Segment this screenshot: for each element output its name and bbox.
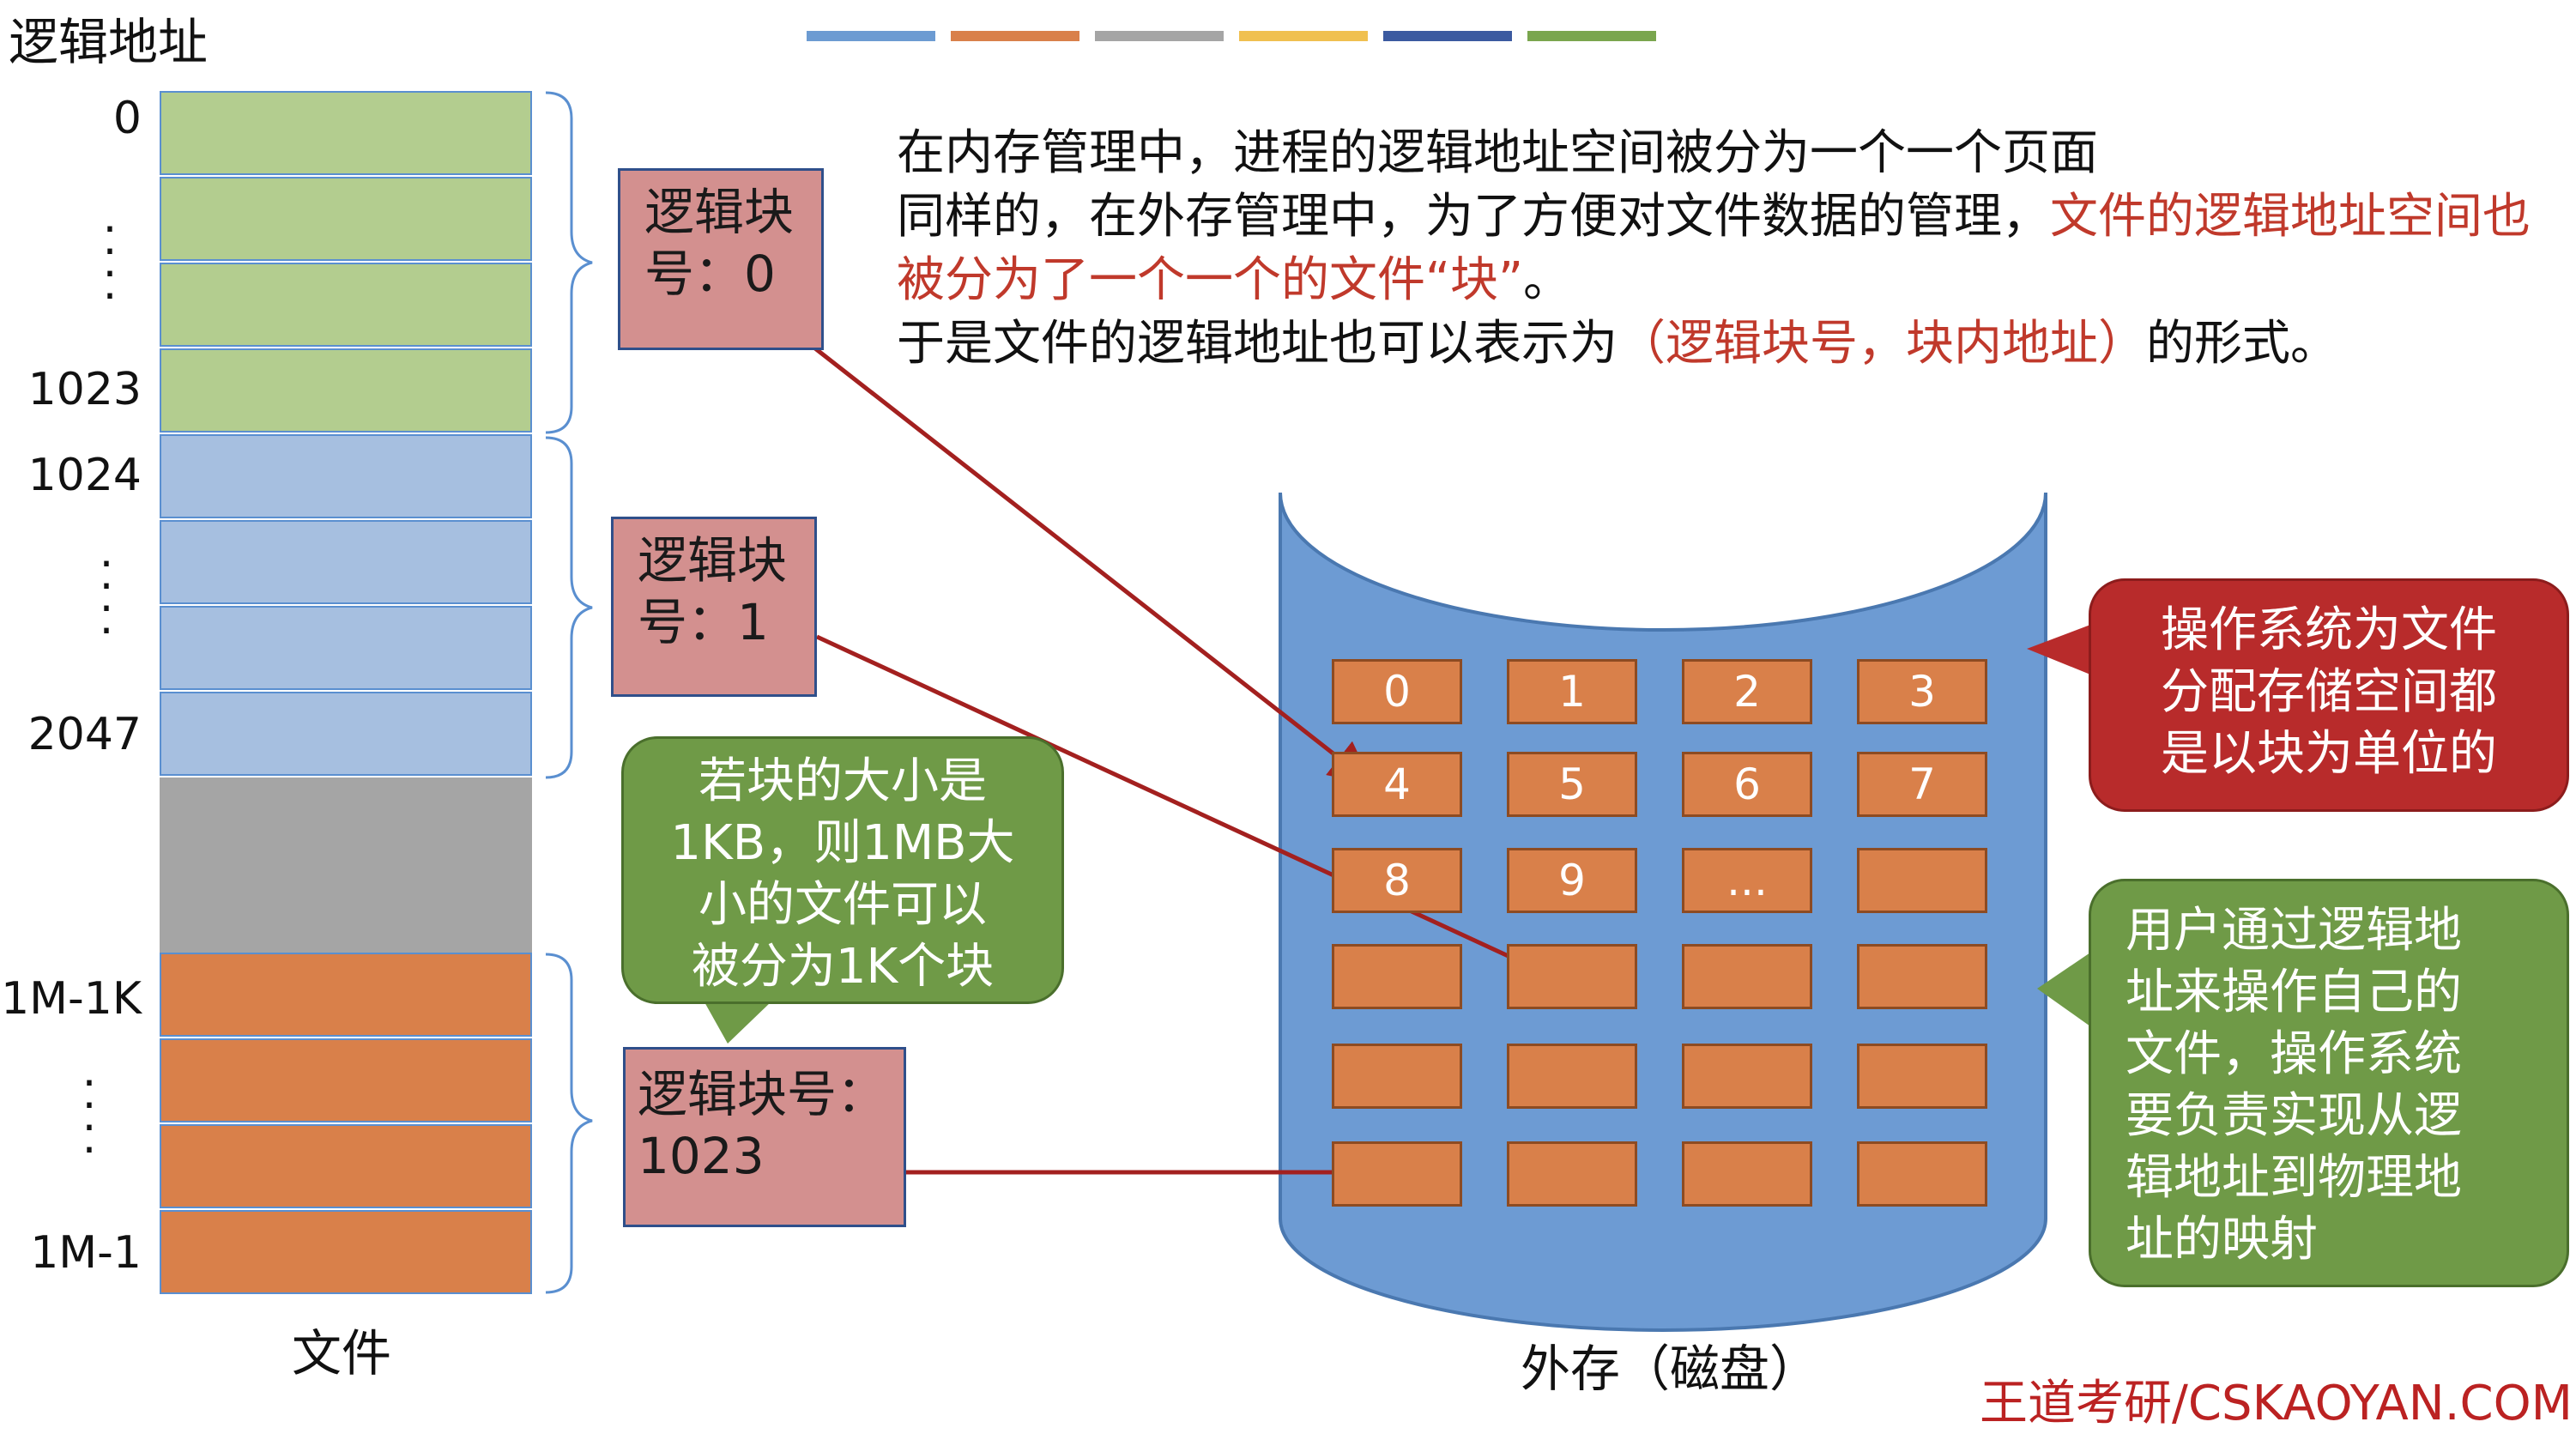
- intro-line-2: 同样的，在外存管理中，为了方便对文件数据的管理，文件的逻辑地址空间也被分为了一个…: [897, 185, 2544, 312]
- callout-user-mapping: 用户通过逻辑地 址来操作自己的 文件，操作系统 要负责实现从逻 辑地址到物理地 …: [2089, 879, 2569, 1287]
- intro-line-2-prefix: 同样的，在外存管理中，为了方便对文件数据的管理，: [897, 189, 2050, 245]
- intro-line-3: 于是文件的逻辑地址也可以表示为（逻辑块号，块内地址）的形式。: [897, 312, 2544, 376]
- disk-block: [1332, 1141, 1462, 1207]
- disk-block: 3: [1857, 659, 1987, 724]
- disk-block: 5: [1507, 752, 1637, 817]
- disk-block: 2: [1682, 659, 1812, 724]
- disk-block: [1682, 944, 1812, 1009]
- disk-block: 6: [1682, 752, 1812, 817]
- disk-block: 8: [1332, 848, 1462, 913]
- intro-line-1: 在内存管理中，进程的逻辑地址空间被分为一个一个页面: [897, 125, 2098, 181]
- callout-allocation: 操作系统为文件 分配存储空间都 是以块为单位的: [2089, 578, 2569, 812]
- disk-block: 9: [1507, 848, 1637, 913]
- disk-block: [1857, 944, 1987, 1009]
- disk-block: ...: [1682, 848, 1812, 913]
- callout-blocksize-pointer: [704, 1001, 772, 1044]
- watermark: 王道考研/CSKAOYAN.COM: [1980, 1376, 2573, 1431]
- disk-block: [1857, 1044, 1987, 1109]
- disk-block: [1507, 944, 1637, 1009]
- disk-block: [1682, 1141, 1812, 1207]
- disk-block: [1332, 944, 1462, 1009]
- brace-group-1023: [545, 953, 593, 1294]
- disk-caption: 外存（磁盘）: [1521, 1340, 1820, 1398]
- disk-block: [1682, 1044, 1812, 1109]
- logical-block-label-1023: 逻辑块号： 1023: [623, 1047, 906, 1227]
- disk-block: [1507, 1141, 1637, 1207]
- disk-block: [1857, 1141, 1987, 1207]
- intro-line-3-prefix: 于是文件的逻辑地址也可以表示为: [897, 316, 1618, 372]
- intro-text: 在内存管理中，进程的逻辑地址空间被分为一个一个页面 同样的，在外存管理中，为了方…: [897, 122, 2544, 376]
- intro-highlight-address: （逻辑块号，块内地址）: [1618, 316, 2146, 372]
- disk-block: 1: [1507, 659, 1637, 724]
- disk-block: 7: [1857, 752, 1987, 817]
- brace-group-1: [545, 436, 593, 779]
- logical-block-label-1: 逻辑块 号：1: [611, 517, 817, 697]
- intro-line-3-end: 的形式。: [2146, 316, 2338, 372]
- disk-block: 4: [1332, 752, 1462, 817]
- disk-block: 0: [1332, 659, 1462, 724]
- disk-block: [1857, 848, 1987, 913]
- disk-block: [1507, 1044, 1637, 1109]
- callout-block-size: 若块的大小是 1KB，则1MB大 小的文件可以 被分为1K个块: [621, 736, 1064, 1004]
- intro-line-2-end: 。: [1523, 252, 1572, 308]
- brace-group-0: [545, 91, 593, 434]
- disk-block: [1332, 1044, 1462, 1109]
- logical-block-label-0: 逻辑块 号：0: [618, 168, 824, 350]
